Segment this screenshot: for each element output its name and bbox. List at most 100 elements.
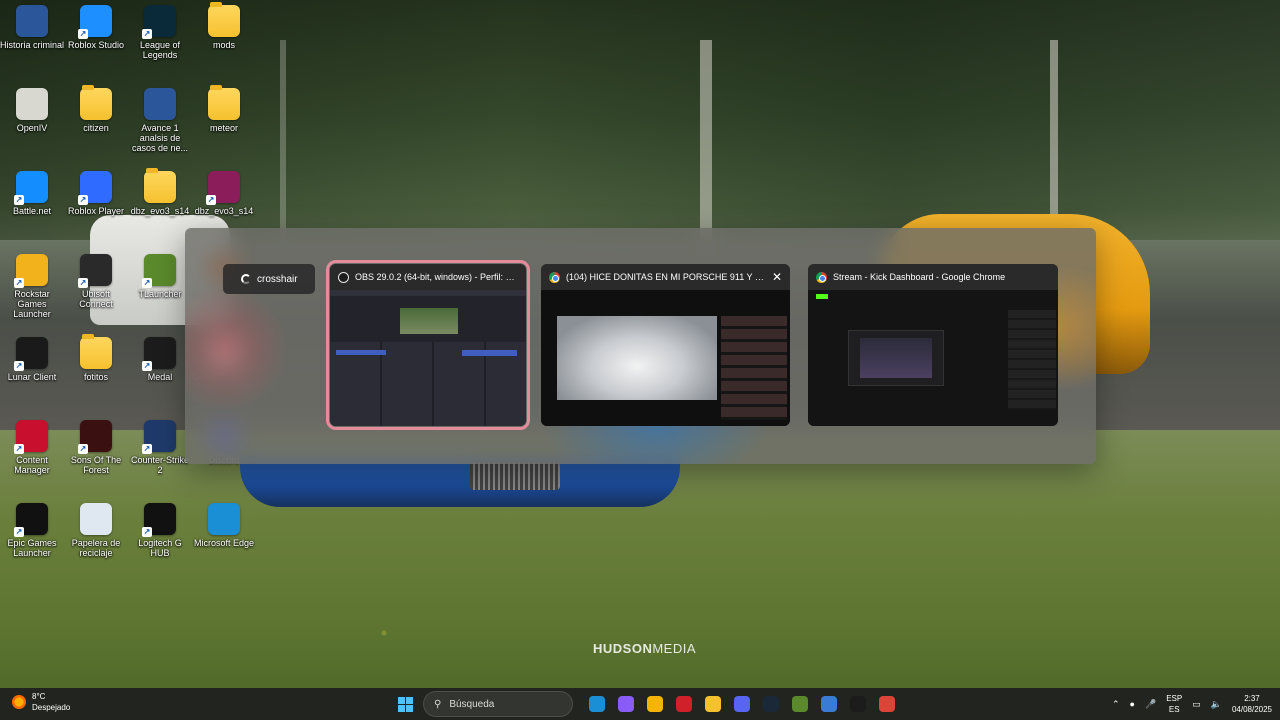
desktop-icon[interactable]: ↗ TLauncher [128, 254, 192, 299]
desktop-icon-label: Ubisoft Connect [79, 289, 113, 309]
language-indicator[interactable]: ESP ES [1166, 693, 1182, 715]
weather-widget[interactable]: 8°C Despejado [12, 691, 70, 713]
desktop-icon-label: Logitech G HUB [138, 538, 182, 558]
monitor-icon[interactable]: ▭ [1192, 699, 1201, 710]
logitech-g-hub-icon: ↗ [142, 503, 176, 537]
switcher-window-kick[interactable]: Stream - Kick Dashboard - Google Chrome [808, 264, 1058, 426]
desktop-icon[interactable]: ↗ Medal [128, 337, 192, 382]
steam-icon-glyph [763, 696, 779, 712]
roblox-player-icon: ↗ [78, 171, 112, 205]
desktop-icon[interactable]: mods [192, 2, 256, 50]
desktop-icon[interactable]: Papelera de reciclaje [64, 503, 128, 558]
obs-icon [338, 271, 349, 283]
clock-date: 04/08/2025 [1231, 705, 1272, 714]
counter-strike-icon: ↗ [142, 420, 176, 454]
switcher-window-youtube[interactable]: (104) HICE DONITAS EN MI PORSCHE 911 Y L… [541, 264, 790, 426]
recycle-bin-icon [80, 503, 112, 535]
window-titlebar: OBS 29.0.2 (64-bit, windows) - Perfil: S… [330, 264, 526, 290]
desktop-icon[interactable]: ↗ Sons Of The Forest [64, 420, 128, 475]
desktop-icon[interactable]: fotitos [64, 334, 128, 382]
shortcut-arrow-icon: ↗ [14, 278, 24, 288]
desktop-icon-label: Rockstar Games Launcher [13, 289, 51, 319]
desktop-icon[interactable]: citizen [64, 85, 128, 133]
file-explorer-icon[interactable] [701, 692, 725, 716]
word-document-icon [144, 88, 176, 120]
search-icon: ⚲ [434, 698, 442, 710]
desktop-icon[interactable]: ↗ Lunar Client [0, 337, 64, 382]
shortcut-arrow-icon: ↗ [14, 195, 24, 205]
folder-icon [208, 85, 240, 120]
folder-icon [144, 168, 176, 203]
discord-icon[interactable] [730, 692, 754, 716]
desktop-icon[interactable]: ↗ Rockstar Games Launcher [0, 254, 64, 319]
battle-net-icon: ↗ [14, 171, 48, 205]
desktop-icon-label: dbz_evo3_s14 [130, 206, 190, 216]
desktop-icon-label: mods [212, 40, 235, 50]
word-document-icon [16, 5, 48, 37]
shortcut-arrow-icon: ↗ [14, 527, 24, 537]
league-of-legends-icon: ↗ [142, 5, 176, 39]
ubisoft-connect-icon: ↗ [78, 254, 112, 288]
clock[interactable]: 2:37 04/08/2025 [1232, 693, 1272, 715]
desktop-icon[interactable]: ↗ Roblox Studio [64, 5, 128, 50]
chevron-up-icon[interactable]: ⌃ [1112, 699, 1120, 710]
weather-description: Despejado [32, 703, 71, 712]
network-app-icon[interactable]: ● [1130, 699, 1135, 709]
close-icon[interactable]: ✕ [772, 270, 782, 284]
epic-games-icon: ↗ [14, 503, 48, 537]
desktop-icon[interactable]: Microsoft Edge [192, 503, 256, 548]
desktop-icon[interactable]: ↗ Content Manager [0, 420, 64, 475]
steam-icon[interactable] [759, 692, 783, 716]
desktop-icon[interactable]: ↗ Battle.net [0, 171, 64, 216]
switcher-mini-window[interactable]: crosshair [223, 264, 315, 294]
desktop-icon[interactable]: ↗ Epic Games Launcher [0, 503, 64, 558]
desktop-icon-label: Roblox Studio [67, 40, 125, 50]
desktop-icon[interactable]: dbz_evo3_s14 [128, 168, 192, 216]
shortcut-arrow-icon: ↗ [78, 29, 88, 39]
volume-icon[interactable]: 🔈 [1211, 699, 1222, 710]
desktop-icon[interactable]: OpenIV [0, 88, 64, 133]
window-titlebar: Stream - Kick Dashboard - Google Chrome [808, 264, 1058, 290]
desktop-icon-label: Battle.net [12, 206, 52, 216]
desktop-icon[interactable]: Historia criminal [0, 5, 64, 50]
chrome-recording-icon[interactable] [875, 692, 899, 716]
window-thumbnail [330, 290, 526, 426]
weather-temperature: 8°C [32, 692, 46, 701]
desktop-icon[interactable]: ↗ dbz_evo3_s14 [192, 171, 256, 216]
copilot-icon[interactable] [614, 692, 638, 716]
red-app-icon[interactable] [672, 692, 696, 716]
desktop-icon-label: Epic Games Launcher [7, 538, 57, 558]
desktop-icon[interactable]: meteor [192, 85, 256, 133]
weather-sun-icon [12, 695, 26, 709]
shortcut-arrow-icon: ↗ [142, 527, 152, 537]
desktop-icon[interactable]: ↗ Roblox Player [64, 171, 128, 216]
microphone-icon[interactable]: 🎤 [1145, 699, 1156, 710]
window-app-icon[interactable] [817, 692, 841, 716]
taskbar-search[interactable]: ⚲ Búsqueda [423, 691, 573, 717]
wallpaper-trunk [280, 40, 286, 240]
obs-icon-glyph [850, 696, 866, 712]
window-thumbnail [541, 290, 790, 426]
folder-icon [208, 2, 240, 37]
shortcut-arrow-icon: ↗ [142, 444, 152, 454]
desktop-icon-label: meteor [209, 123, 238, 133]
chrome-icon [816, 271, 827, 283]
window-title: Stream - Kick Dashboard - Google Chrome [833, 272, 1006, 282]
desktop-icon[interactable]: Avance 1 analsis de casos de ne... [128, 88, 192, 153]
desktop-icon[interactable]: ↗ Ubisoft Connect [64, 254, 128, 309]
minecraft-icon[interactable] [788, 692, 812, 716]
desktop-icon[interactable]: ↗ Logitech G HUB [128, 503, 192, 558]
switcher-window-obs[interactable]: OBS 29.0.2 (64-bit, windows) - Perfil: S… [326, 260, 530, 430]
edge-icon[interactable] [585, 692, 609, 716]
obs-icon[interactable] [846, 692, 870, 716]
desktop-icon[interactable]: ↗ League of Legends [128, 5, 192, 60]
desktop-icon-label: OpenIV [16, 123, 48, 133]
start-button[interactable] [393, 692, 417, 716]
desktop-icon[interactable]: ↗ Counter-Strike 2 [128, 420, 192, 475]
window-title: (104) HICE DONITAS EN MI PORSCHE 911 Y L… [566, 272, 766, 282]
window-title: OBS 29.0.2 (64-bit, windows) - Perfil: S… [355, 272, 518, 282]
clock-time: 2:37 [1244, 694, 1260, 703]
chrome-icon[interactable] [643, 692, 667, 716]
desktop-icon-label: Content Manager [14, 455, 50, 475]
desktop-icon-label: Medal [147, 372, 173, 382]
